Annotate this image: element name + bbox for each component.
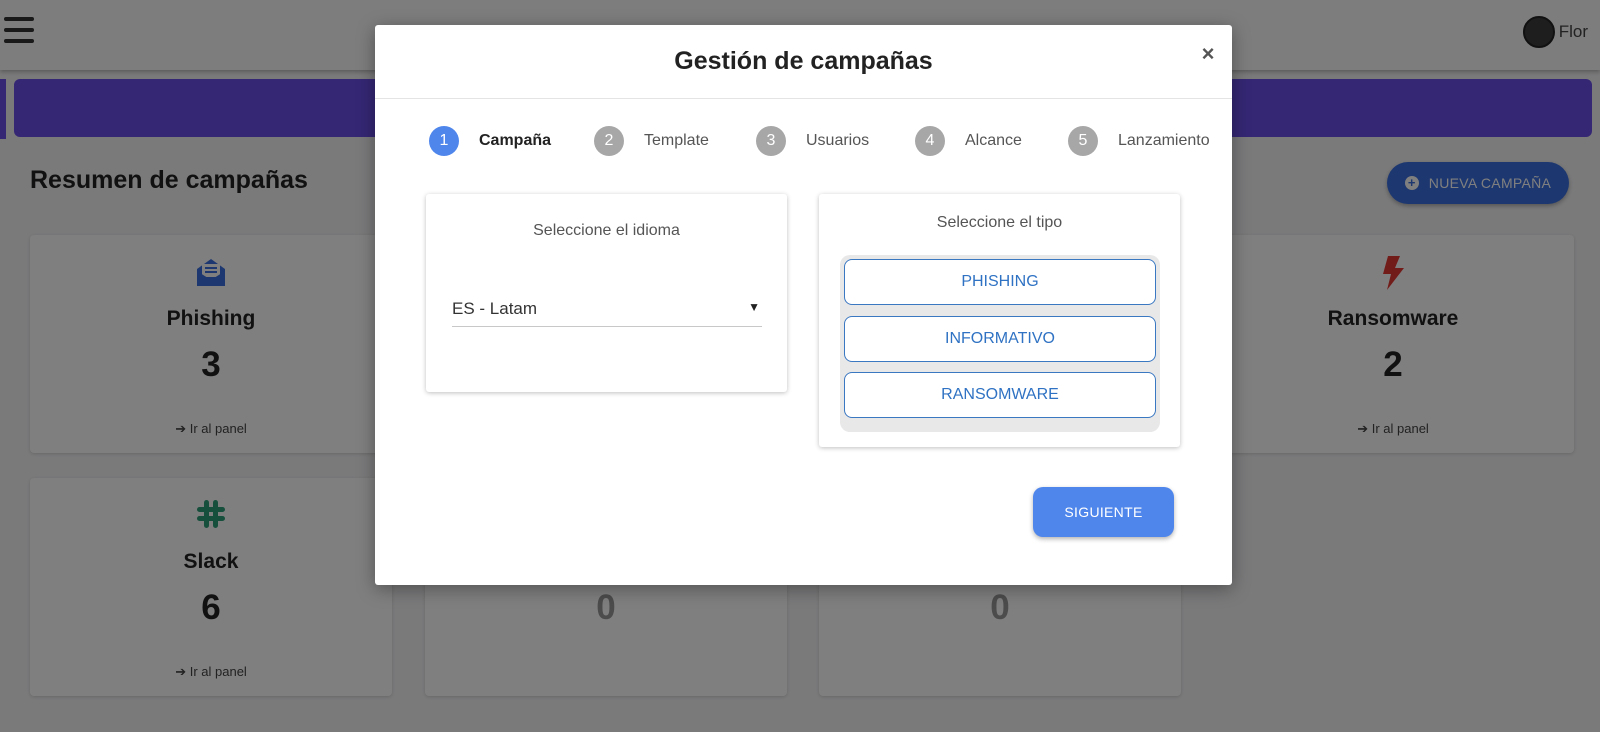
caret-down-icon: ▼ (748, 300, 760, 314)
modal-title: Gestión de campañas (674, 47, 933, 75)
language-panel: Seleccione el idioma ES - Latam ▼ (426, 194, 787, 392)
language-panel-title: Seleccione el idioma (533, 222, 680, 239)
type-option-informativo[interactable]: INFORMATIVO (844, 316, 1156, 362)
step-label: Campaña (479, 132, 552, 149)
step-number: 1 (429, 126, 459, 156)
step-label: Template (644, 132, 709, 149)
type-panel-title: Seleccione el tipo (936, 214, 1063, 231)
step-number: 4 (915, 126, 945, 156)
next-button[interactable]: SIGUIENTE (1033, 487, 1174, 537)
language-selected-value: ES - Latam (452, 299, 538, 318)
stepper: 1 Campaña 2 Template 3 Usuarios 4 Alcanc… (429, 126, 1210, 158)
step-launch[interactable]: 5 Lanzamiento (1068, 126, 1210, 156)
type-options-list: PHISHING INFORMATIVO RANSOMWARE (840, 255, 1160, 432)
step-label: Alcance (965, 132, 1022, 149)
step-number: 5 (1068, 126, 1098, 156)
type-option-phishing[interactable]: PHISHING (844, 259, 1156, 305)
step-users[interactable]: 3 Usuarios (756, 126, 869, 156)
type-option-ransomware[interactable]: RANSOMWARE (844, 372, 1156, 418)
type-panel: Seleccione el tipo PHISHING INFORMATIVO … (819, 194, 1180, 447)
step-label: Usuarios (806, 132, 870, 149)
campaign-management-modal: Gestión de campañas × 1 Campaña 2 Templa… (375, 25, 1232, 585)
language-select[interactable]: ES - Latam ▼ (452, 296, 762, 327)
step-template[interactable]: 2 Template (594, 126, 709, 156)
step-number: 3 (756, 126, 786, 156)
step-label: Lanzamiento (1118, 132, 1210, 149)
close-icon[interactable]: × (1196, 42, 1220, 66)
step-scope[interactable]: 4 Alcance (915, 126, 1022, 156)
modal-header: Gestión de campañas × (375, 25, 1232, 99)
step-campaign[interactable]: 1 Campaña (429, 126, 551, 156)
step-number: 2 (594, 126, 624, 156)
